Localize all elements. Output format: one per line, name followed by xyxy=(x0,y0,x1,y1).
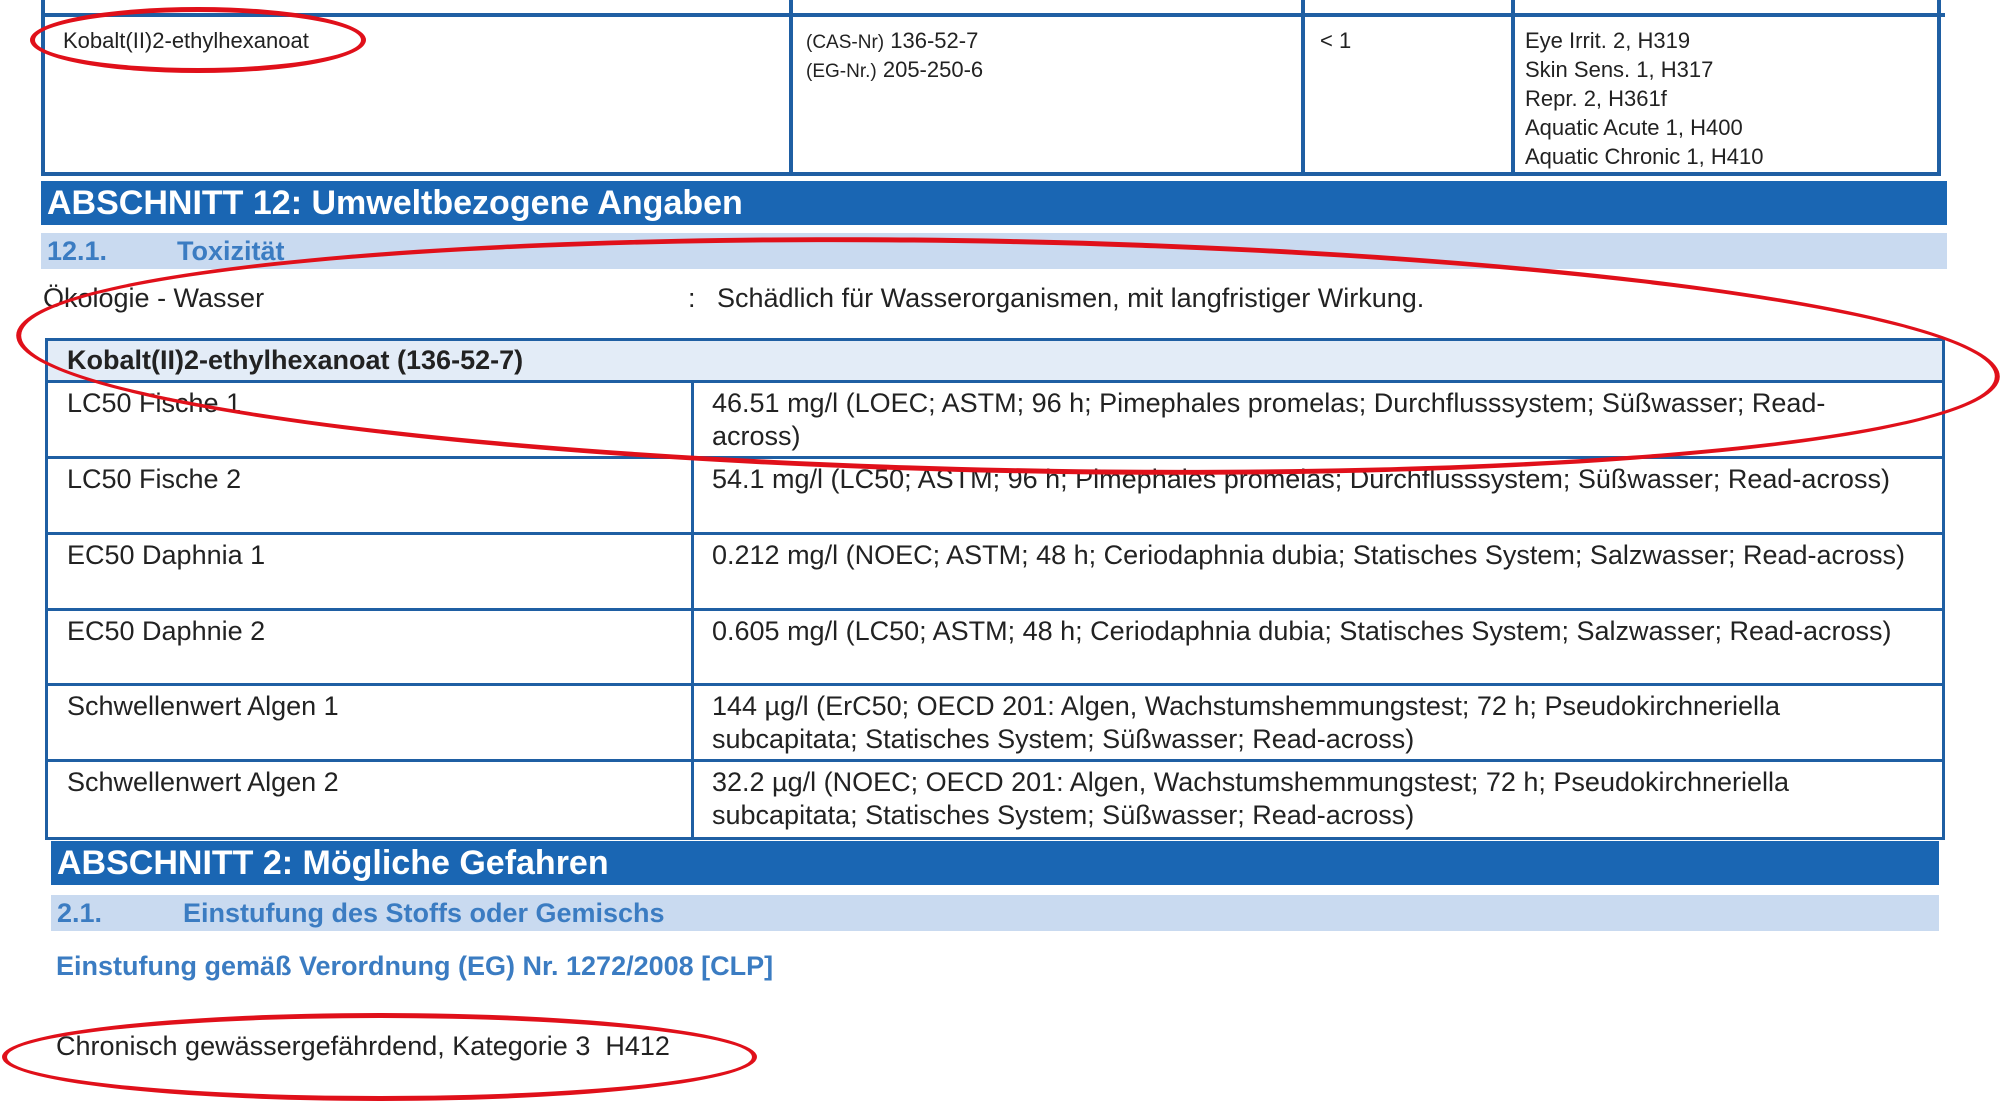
endpoint-label: LC50 Fische 2 xyxy=(48,459,694,532)
subsection-2-1: 2.1. Einstufung des Stoffs oder Gemischs xyxy=(51,895,1939,931)
endpoint-label: Schwellenwert Algen 2 xyxy=(48,762,694,837)
column-divider xyxy=(789,0,793,176)
cas-number: (CAS-Nr) 136-52-7 xyxy=(806,28,979,53)
annotation-ellipse xyxy=(2,1013,757,1101)
regulation-heading: Einstufung gemäß Verordnung (EG) Nr. 127… xyxy=(56,951,774,981)
hazard-list: Eye Irrit. 2, H319 Skin Sens. 1, H317 Re… xyxy=(1525,26,1763,171)
hazard-item: Aquatic Chronic 1, H410 xyxy=(1525,144,1764,169)
hazard-item: Skin Sens. 1, H317 xyxy=(1525,57,1714,82)
hazard-item: Aquatic Acute 1, H400 xyxy=(1525,115,1743,140)
column-divider xyxy=(1511,0,1515,176)
subsection-number: 2.1. xyxy=(57,898,103,928)
eg-number: (EG-Nr.) 205-250-6 xyxy=(806,57,984,82)
endpoint-value: 0.212 mg/l (NOEC; ASTM; 48 h; Ceriodaphn… xyxy=(712,540,1906,570)
section-2-heading: ABSCHNITT 2: Mögliche Gefahren xyxy=(51,841,1939,885)
endpoint-value: 144 µg/l (ErC50; OECD 201: Algen, Wachst… xyxy=(712,691,1781,754)
hazard-item: Repr. 2, H361f xyxy=(1525,86,1667,111)
endpoint-label: EC50 Daphnia 1 xyxy=(48,535,694,608)
table-row: Schwellenwert Algen 1 144 µg/l (ErC50; O… xyxy=(48,686,1942,762)
endpoint-label: EC50 Daphnie 2 xyxy=(48,611,694,683)
section-12-heading: ABSCHNITT 12: Umweltbezogene Angaben xyxy=(41,181,1947,225)
row-divider xyxy=(45,13,1945,17)
endpoint-value: 0.605 mg/l (LC50; ASTM; 48 h; Ceriodaphn… xyxy=(712,616,1892,646)
subsection-title: Einstufung des Stoffs oder Gemischs xyxy=(183,898,665,928)
annotation-ellipse xyxy=(30,7,366,73)
concentration: < 1 xyxy=(1320,28,1352,53)
table-row: EC50 Daphnie 2 0.605 mg/l (LC50; ASTM; 4… xyxy=(48,611,1942,686)
table-row: Schwellenwert Algen 2 32.2 µg/l (NOEC; O… xyxy=(48,762,1942,837)
hazard-item: Eye Irrit. 2, H319 xyxy=(1525,28,1691,53)
subsection-number: 12.1. xyxy=(47,236,108,266)
column-divider xyxy=(1301,0,1305,176)
endpoint-value: 32.2 µg/l (NOEC; OECD 201: Algen, Wachst… xyxy=(712,767,1790,830)
endpoint-label: Schwellenwert Algen 1 xyxy=(48,686,694,759)
table-row: EC50 Daphnia 1 0.212 mg/l (NOEC; ASTM; 4… xyxy=(48,535,1942,611)
